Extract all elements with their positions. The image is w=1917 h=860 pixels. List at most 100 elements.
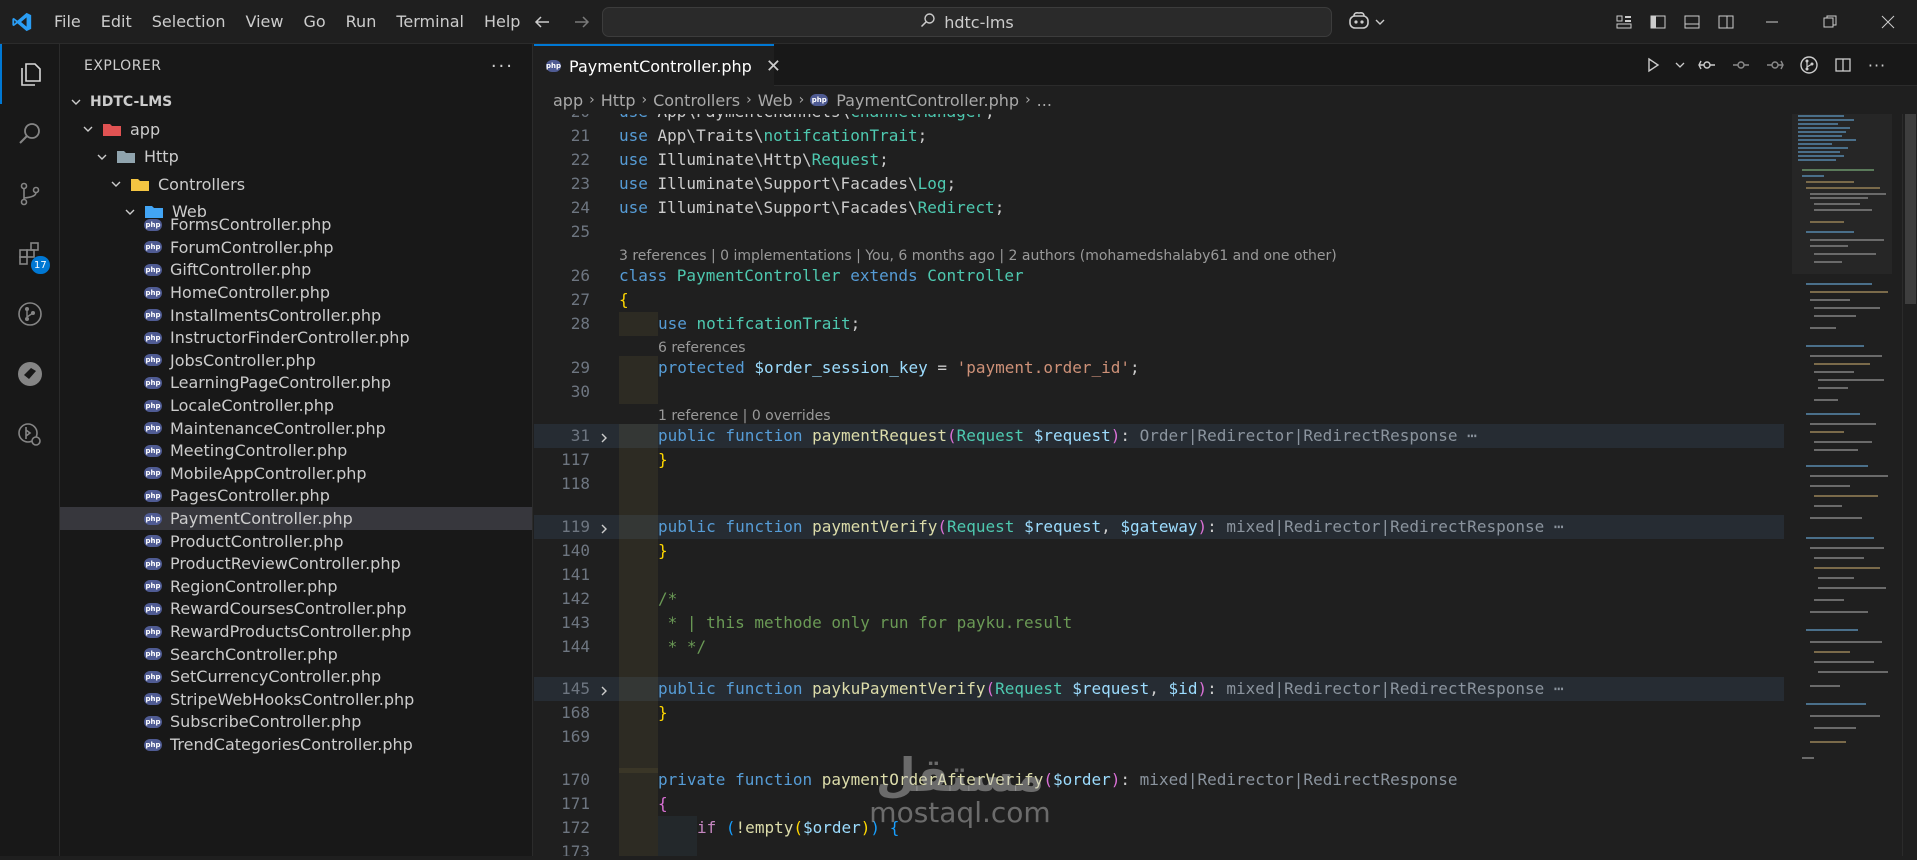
scrollbar-thumb[interactable] (1905, 114, 1916, 304)
tree-file-item[interactable]: php LearningPageController.php (60, 372, 532, 395)
tree-file-item[interactable]: php LocaleController.php (60, 394, 532, 417)
code-line: 173 (534, 840, 1784, 856)
breadcrumb: app › Http › Controllers › Web › php Pay… (534, 86, 1917, 114)
menu-run[interactable]: Run (336, 0, 387, 44)
tree-file-item[interactable]: php GiftController.php (60, 259, 532, 282)
php-file-icon: php (144, 738, 162, 751)
open-changes-icon[interactable] (1693, 51, 1721, 79)
split-editor-icon[interactable] (1829, 51, 1857, 79)
tree-file-item[interactable]: php SetCurrencyController.php (60, 666, 532, 689)
command-center-search[interactable]: hdtc-lms (602, 7, 1332, 37)
tree-file-item[interactable]: php MaintenanceController.php (60, 417, 532, 440)
php-file-icon: php (144, 331, 162, 344)
tree-file-item[interactable]: php RegionController.php (60, 575, 532, 598)
toggle-secondary-sidebar-icon[interactable] (1711, 7, 1741, 37)
more-actions-icon[interactable]: ··· (491, 56, 514, 77)
breadcrumb-symbol[interactable]: ... (1037, 91, 1052, 110)
more-actions-icon[interactable]: ··· (1863, 51, 1891, 79)
breadcrumb-file[interactable]: PaymentController.php (836, 91, 1019, 110)
close-window-icon[interactable] (1859, 0, 1917, 44)
source-control-icon[interactable] (0, 164, 60, 224)
run-and-debug-icon[interactable] (0, 404, 60, 464)
tree-file-item[interactable]: php PaymentController.php (60, 507, 532, 530)
breadcrumb-app[interactable]: app (553, 91, 583, 110)
tree-folder-http[interactable]: Http (60, 143, 532, 170)
customize-layout-icon[interactable] (1609, 7, 1639, 37)
menu-edit[interactable]: Edit (91, 0, 142, 44)
tree-folder-app[interactable]: app (60, 116, 532, 143)
codelens[interactable]: 3 references | 0 implementations | You, … (534, 244, 1784, 264)
menu-help[interactable]: Help (474, 0, 530, 44)
git-graph-icon[interactable] (0, 284, 60, 344)
remote-explorer-icon[interactable] (0, 344, 60, 404)
activity-bar: 17 (0, 44, 60, 856)
tree-file-item[interactable]: php InstructorFinderController.php (60, 327, 532, 350)
chevron-right-icon: › (746, 92, 752, 108)
tree-root-hdtc-lms[interactable]: HDTC-LMS (60, 88, 532, 115)
vertical-scrollbar[interactable] (1902, 114, 1917, 856)
tree-file-item[interactable]: php SubscribeController.php (60, 711, 532, 734)
editor-area: php PaymentController.php ✕ ··· app › Ht… (534, 44, 1917, 856)
menu-file[interactable]: File (44, 0, 91, 44)
forward-arrow-icon[interactable] (568, 8, 596, 36)
codelens[interactable]: 1 reference | 0 overrides (534, 404, 1784, 424)
toggle-primary-sidebar-icon[interactable] (1643, 7, 1673, 37)
git-commit-icon[interactable] (1727, 51, 1755, 79)
folder-controllers-icon (130, 177, 150, 192)
explorer-title: EXPLORER (84, 58, 162, 74)
copilot-menu[interactable] (1348, 7, 1386, 37)
tree-file-item[interactable]: php MeetingController.php (60, 440, 532, 463)
menu-go[interactable]: Go (293, 0, 335, 44)
tree-file-item[interactable]: php ForumController.php (60, 236, 532, 259)
tree-file-item[interactable]: php HomeController.php (60, 281, 532, 304)
breadcrumb-http[interactable]: Http (601, 91, 636, 110)
php-file-icon: php (144, 422, 162, 435)
chevron-right-icon[interactable] (597, 519, 611, 534)
code-line: 20 use App\PaymentChannels\ChannelManage… (534, 114, 1784, 124)
tab-payment-controller[interactable]: php PaymentController.php ✕ (534, 44, 781, 86)
chevron-right-icon[interactable] (597, 681, 611, 696)
tree-file-item[interactable]: php JobsController.php (60, 349, 532, 372)
tree-file-item[interactable]: php SearchController.php (60, 643, 532, 666)
breadcrumb-controllers[interactable]: Controllers (653, 91, 740, 110)
tree-file-item[interactable]: php ProductReviewController.php (60, 553, 532, 576)
code-editor[interactable]: 20 use App\PaymentChannels\ChannelManage… (534, 114, 1784, 856)
minimap[interactable] (1784, 114, 1902, 856)
tree-file-item[interactable]: php StripeWebHooksController.php (60, 688, 532, 711)
tree-file-item[interactable]: php InstallmentsController.php (60, 304, 532, 327)
php-file-icon: php (144, 218, 162, 231)
tree-file-item[interactable]: php FormsController.php (60, 214, 532, 237)
tree-file-item[interactable]: php RewardCoursesController.php (60, 598, 532, 621)
chevron-right-icon: › (798, 92, 805, 108)
search-view-icon[interactable] (0, 104, 60, 164)
tree-folder-controllers[interactable]: Controllers (60, 171, 532, 198)
run-file-icon[interactable] (1639, 51, 1667, 79)
code-line: 144 * */ (534, 635, 1784, 659)
codelens[interactable]: 6 references (534, 336, 1784, 356)
menu-terminal[interactable]: Terminal (386, 0, 474, 44)
menu-view[interactable]: View (236, 0, 294, 44)
tree-file-item[interactable]: php TrendCategoriesController.php (60, 733, 532, 756)
code-line: 29 protected $order_session_key = 'payme… (534, 356, 1784, 380)
tree-file-item[interactable]: php MobileAppController.php (60, 462, 532, 485)
restore-window-icon[interactable] (1801, 0, 1859, 44)
git-graph-history-icon[interactable] (1795, 51, 1823, 79)
explorer-icon[interactable] (0, 44, 60, 104)
php-file-icon: php (810, 94, 829, 106)
breadcrumb-web[interactable]: Web (758, 91, 793, 110)
extensions-icon[interactable]: 17 (0, 224, 60, 284)
minimize-window-icon[interactable] (1743, 0, 1801, 44)
tree-file-item[interactable]: php PagesController.php (60, 485, 532, 508)
chevron-down-icon[interactable] (1673, 51, 1687, 79)
tree-file-item[interactable]: php ProductController.php (60, 530, 532, 553)
chevron-right-icon: › (589, 92, 595, 108)
menu-selection[interactable]: Selection (142, 0, 236, 44)
chevron-right-icon[interactable] (597, 428, 611, 443)
next-change-icon[interactable] (1761, 51, 1789, 79)
toggle-panel-icon[interactable] (1677, 7, 1707, 37)
php-file-icon: php (144, 535, 162, 548)
close-tab-icon[interactable]: ✕ (766, 56, 781, 77)
tree-file-item[interactable]: php RewardProductsController.php (60, 620, 532, 643)
back-arrow-icon[interactable] (528, 8, 556, 36)
folder-app-icon (102, 122, 122, 137)
